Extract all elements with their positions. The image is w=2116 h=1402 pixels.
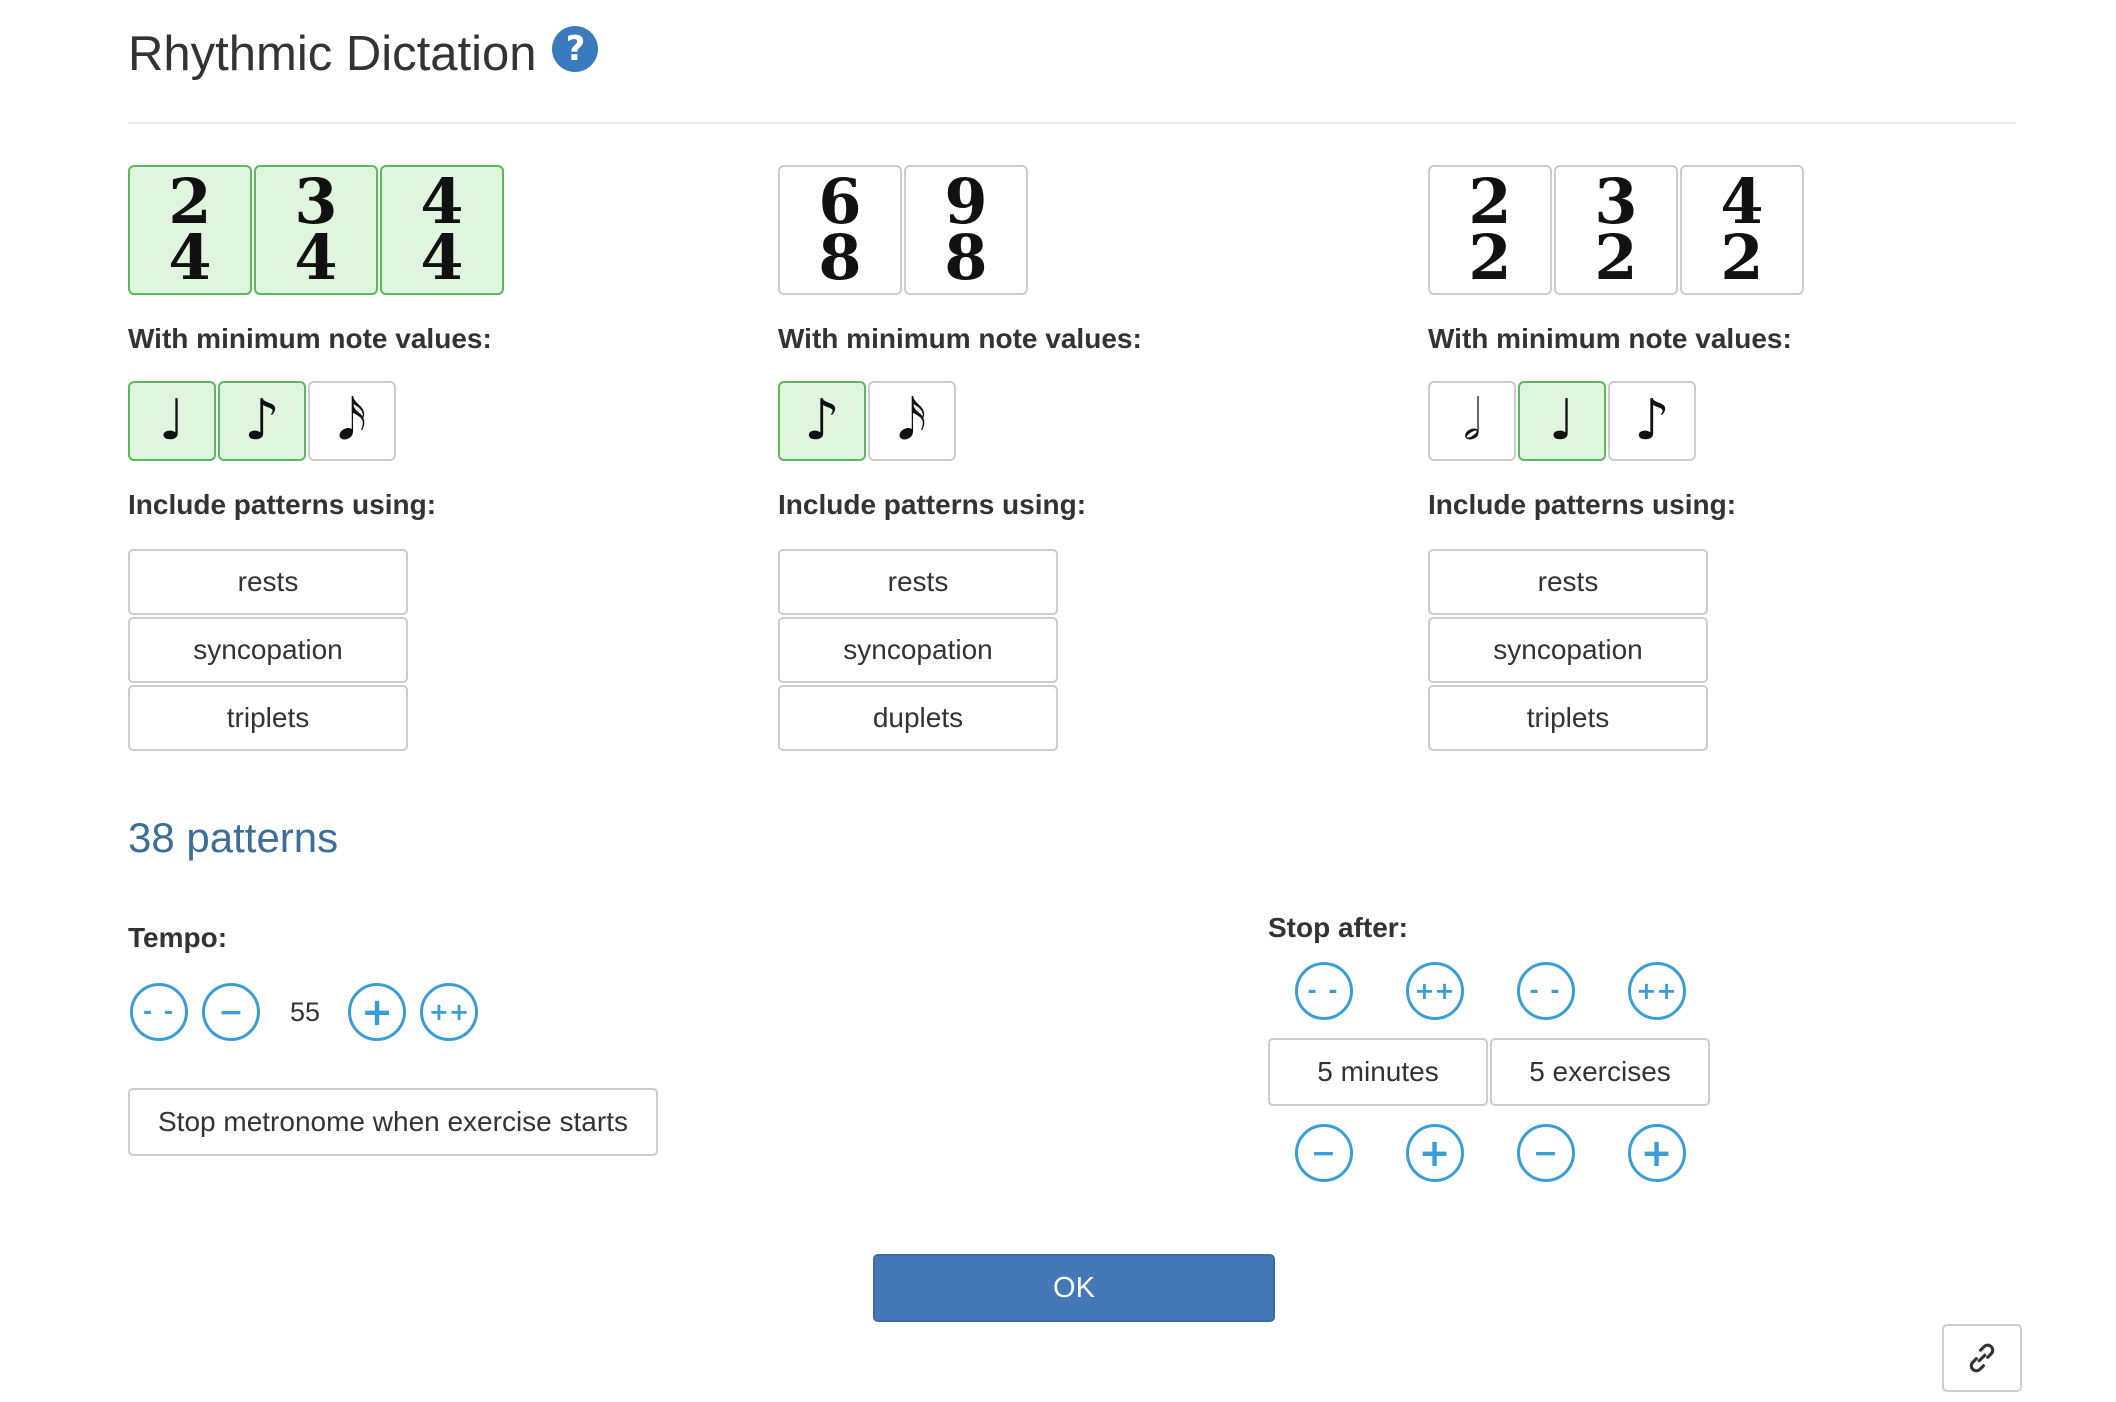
tempo-controls: - - − 55 + ++: [130, 983, 492, 1041]
header-divider: [128, 122, 2016, 124]
note-value-button[interactable]: ♪: [218, 381, 306, 461]
note-value-button[interactable]: ♪: [778, 381, 866, 461]
tempo-increase-large-button[interactable]: ++: [420, 983, 478, 1041]
column-cut-meters: 2 2 3 2 4 2 With minimum note values: 𝅗𝅥…: [1428, 165, 2028, 751]
stop-metronome-button[interactable]: Stop metronome when exercise starts: [128, 1088, 658, 1156]
include-patterns-label: Include patterns using:: [128, 489, 437, 520]
note-value-group: 𝅗𝅥 ♩ ♪: [1428, 381, 2028, 461]
stop-after-controls: - - ++ - - ++ 5 minutes 5 exercises − + …: [1268, 962, 1712, 1182]
sixteenth-note-icon: 𝅘𝅥𝅯: [897, 388, 927, 453]
pattern-option-triplets[interactable]: triplets: [1428, 685, 1708, 751]
time-signature-button[interactable]: 9 8: [904, 165, 1028, 295]
note-value-button[interactable]: 𝅘𝅥𝅯: [868, 381, 956, 461]
include-patterns-label: Include patterns using:: [1428, 489, 1737, 520]
min-note-label: With minimum note values:: [128, 323, 492, 354]
eighth-note-icon: ♪: [244, 388, 280, 453]
note-value-button[interactable]: 𝅗𝅥: [1428, 381, 1516, 461]
note-value-button[interactable]: 𝅘𝅥𝅯: [308, 381, 396, 461]
time-signature-bottom: 4: [420, 221, 464, 294]
eighth-note-icon: ♪: [1634, 388, 1670, 453]
half-note-icon: 𝅗𝅥: [1463, 388, 1481, 453]
time-signature-button[interactable]: 4 2: [1680, 165, 1804, 295]
note-value-button[interactable]: ♪: [1608, 381, 1696, 461]
permalink-button[interactable]: [1942, 1324, 2022, 1392]
eighth-note-icon: ♪: [804, 388, 840, 453]
ok-button[interactable]: OK: [873, 1254, 1275, 1322]
note-value-group: ♩ ♪ 𝅘𝅥𝅯: [128, 381, 728, 461]
tempo-decrease-large-button[interactable]: - -: [130, 983, 188, 1041]
min-note-label: With minimum note values:: [778, 323, 1142, 354]
stop-after-label: Stop after:: [1268, 912, 1408, 943]
pattern-option-list: rests syncopation duplets: [778, 549, 1378, 751]
time-signature-group: 6 8 9 8: [778, 165, 1378, 295]
column-compound-meters: 6 8 9 8 With minimum note values: ♪ 𝅘𝅥𝅯 …: [778, 165, 1378, 751]
time-signature-group: 2 4 3 4 4 4: [128, 165, 728, 295]
stop-exercises-button[interactable]: 5 exercises: [1490, 1038, 1710, 1106]
pattern-option-duplets[interactable]: duplets: [778, 685, 1058, 751]
minutes-decrease-button[interactable]: −: [1294, 1124, 1353, 1182]
note-value-button[interactable]: ♩: [128, 381, 216, 461]
time-signature-bottom: 2: [1468, 221, 1512, 294]
stop-minutes-button[interactable]: 5 minutes: [1268, 1038, 1488, 1106]
pattern-option-triplets[interactable]: triplets: [128, 685, 408, 751]
time-signature-bottom: 8: [818, 221, 862, 294]
time-signature-button[interactable]: 3 2: [1554, 165, 1678, 295]
pattern-option-syncopation[interactable]: syncopation: [778, 617, 1058, 683]
pattern-option-rests[interactable]: rests: [778, 549, 1058, 615]
minutes-decrease-large-button[interactable]: - -: [1294, 962, 1353, 1020]
time-signature-bottom: 8: [944, 221, 988, 294]
pattern-count: 38 patterns: [128, 814, 339, 861]
pattern-option-syncopation[interactable]: syncopation: [128, 617, 408, 683]
pattern-option-syncopation[interactable]: syncopation: [1428, 617, 1708, 683]
column-simple-meters: 2 4 3 4 4 4 With minimum note values: ♩ …: [128, 165, 728, 751]
time-signature-button[interactable]: 3 4: [254, 165, 378, 295]
time-signature-bottom: 4: [168, 221, 212, 294]
time-signature-group: 2 2 3 2 4 2: [1428, 165, 2028, 295]
tempo-decrease-button[interactable]: −: [202, 983, 260, 1041]
page-title: Rhythmic Dictation ?: [128, 26, 599, 82]
minutes-increase-large-button[interactable]: ++: [1405, 962, 1464, 1020]
tempo-increase-button[interactable]: +: [348, 983, 406, 1041]
time-signature-button[interactable]: 4 4: [380, 165, 504, 295]
help-icon[interactable]: ?: [552, 26, 599, 72]
minutes-increase-button[interactable]: +: [1405, 1124, 1464, 1182]
tempo-value: 55: [289, 996, 321, 1027]
time-signature-bottom: 2: [1720, 221, 1764, 294]
note-value-group: ♪ 𝅘𝅥𝅯: [778, 381, 1378, 461]
sixteenth-note-icon: 𝅘𝅥𝅯: [337, 388, 367, 453]
pattern-option-list: rests syncopation triplets: [128, 549, 728, 751]
page-title-text: Rhythmic Dictation: [128, 27, 537, 81]
quarter-note-icon: ♩: [1548, 388, 1576, 453]
time-signature-button[interactable]: 2 4: [128, 165, 252, 295]
pattern-option-rests[interactable]: rests: [128, 549, 408, 615]
time-signature-bottom: 2: [1594, 221, 1638, 294]
exercises-decrease-large-button[interactable]: - -: [1516, 962, 1575, 1020]
exercises-increase-button[interactable]: +: [1627, 1124, 1686, 1182]
time-signature-button[interactable]: 2 2: [1428, 165, 1552, 295]
quarter-note-icon: ♩: [158, 388, 186, 453]
pattern-option-list: rests syncopation triplets: [1428, 549, 2028, 751]
tempo-label: Tempo:: [128, 922, 228, 953]
exercises-increase-large-button[interactable]: ++: [1627, 962, 1686, 1020]
link-icon: [1969, 1343, 1995, 1373]
pattern-option-rests[interactable]: rests: [1428, 549, 1708, 615]
time-signature-bottom: 4: [294, 221, 338, 294]
exercises-decrease-button[interactable]: −: [1516, 1124, 1575, 1182]
note-value-button[interactable]: ♩: [1518, 381, 1606, 461]
time-signature-button[interactable]: 6 8: [778, 165, 902, 295]
include-patterns-label: Include patterns using:: [778, 489, 1087, 520]
min-note-label: With minimum note values:: [1428, 323, 1792, 354]
